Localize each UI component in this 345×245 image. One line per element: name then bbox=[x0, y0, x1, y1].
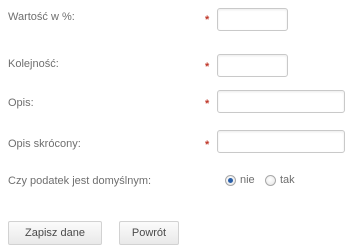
radio-option-nie[interactable]: nie bbox=[225, 173, 255, 187]
required-marker: * bbox=[205, 14, 210, 26]
radio-button-tak[interactable] bbox=[265, 174, 276, 186]
save-button[interactable]: Zapisz dane bbox=[8, 221, 102, 245]
field-label-value-percent: Wartość w %: bbox=[8, 11, 75, 23]
field-label-short-description: Opis skrócony: bbox=[8, 138, 81, 150]
order-input[interactable] bbox=[217, 54, 288, 77]
required-marker: * bbox=[205, 61, 210, 73]
default-tax-question-label: Czy podatek jest domyślnym: bbox=[8, 175, 152, 187]
required-marker: * bbox=[205, 98, 210, 110]
back-button[interactable]: Powrót bbox=[119, 221, 179, 245]
radio-option-tak[interactable]: tak bbox=[265, 173, 295, 187]
field-label-order: Kolejność: bbox=[8, 58, 59, 70]
radio-selected-dot bbox=[228, 177, 233, 183]
required-marker: * bbox=[205, 139, 210, 151]
short-description-input[interactable] bbox=[217, 130, 345, 153]
radio-label-tak: tak bbox=[280, 174, 295, 186]
radio-label-nie: nie bbox=[240, 174, 255, 186]
value-percent-input[interactable] bbox=[217, 8, 288, 31]
description-input[interactable] bbox=[217, 90, 345, 113]
radio-button-nie[interactable] bbox=[225, 174, 236, 186]
field-label-description: Opis: bbox=[8, 97, 34, 109]
